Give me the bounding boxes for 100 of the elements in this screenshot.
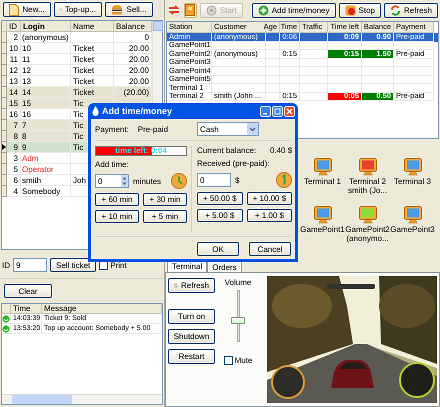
table-cell: 5	[7, 164, 21, 175]
drop-icon	[92, 106, 99, 116]
table-cell: Joh	[73, 176, 86, 184]
add-money-button[interactable]: + 10.00 $	[246, 192, 292, 205]
monitor-icon[interactable]	[358, 205, 378, 225]
topup-button[interactable]: Top-up...	[54, 2, 102, 17]
table-cell: 3	[7, 153, 21, 164]
monitor-icon[interactable]	[358, 157, 378, 177]
add-button[interactable]: Add time/money	[252, 2, 336, 18]
spinner-icon[interactable]	[121, 175, 128, 187]
add-time-button[interactable]: + 5 min	[143, 210, 187, 223]
burger-icon	[111, 4, 124, 15]
refresh-icon	[390, 4, 401, 16]
monitor-icon[interactable]	[402, 157, 422, 177]
table-cell: 4	[7, 186, 21, 197]
station-label: Terminal 3	[394, 177, 431, 186]
swap-button[interactable]	[167, 2, 181, 18]
payment-dropdown[interactable]: Cash	[197, 122, 260, 136]
table-row[interactable]: 11 11 Ticket 20.00	[2, 54, 152, 65]
terminal-button[interactable]: Turn on	[168, 309, 215, 324]
table-cell: Tic	[73, 120, 84, 130]
refresh-button[interactable]: Refresh	[168, 278, 215, 293]
station-label: GamePoint3	[390, 225, 435, 234]
scrollbar[interactable]	[2, 394, 162, 404]
close-button[interactable]	[284, 106, 295, 116]
minutes-label: minutes	[133, 176, 162, 186]
add-money-button[interactable]: + 5.00 $	[197, 209, 243, 222]
table-cell: (anonymous)	[22, 32, 69, 42]
table-cell: Ticket	[73, 66, 94, 74]
column-header: Message	[42, 304, 162, 314]
monitor-icon[interactable]	[402, 205, 422, 225]
column-header: ID	[7, 21, 21, 32]
table-cell: 7	[22, 120, 26, 130]
minimize-button[interactable]	[260, 106, 271, 116]
monitor-icon[interactable]	[312, 205, 332, 225]
id-field[interactable]: 9	[13, 258, 47, 272]
print-label: Print	[110, 260, 127, 270]
panel-button[interactable]	[184, 2, 197, 18]
checkbox[interactable]	[224, 356, 233, 365]
table-cell: 9	[22, 142, 26, 152]
table-cell: 15	[7, 98, 21, 109]
table-cell: 6	[7, 175, 21, 186]
table-cell: 20.00	[128, 54, 149, 64]
ok-button[interactable]: OK	[197, 242, 239, 256]
terminal-button[interactable]: Restart	[168, 349, 215, 364]
add-money-button[interactable]: + 50.00 $	[197, 192, 243, 205]
cancel-button[interactable]: Cancel	[249, 242, 291, 256]
table-cell: Adm	[22, 154, 38, 162]
table-row[interactable]: 14 14 Ticket (20.00)	[2, 87, 152, 98]
table-row[interactable]: 10 10 Ticket 20.00	[2, 43, 152, 54]
add-money-button[interactable]: + 1.00 $	[246, 209, 292, 222]
row-selector[interactable]	[2, 142, 7, 153]
table-cell: Ticket	[73, 54, 94, 64]
station-label: Terminal 1	[304, 177, 341, 186]
maximize-button[interactable]	[272, 106, 283, 116]
row-pointer-icon	[2, 144, 6, 150]
refresh-button[interactable]: Refresh	[384, 2, 438, 18]
balance-label: Current balance:	[197, 146, 256, 155]
table-cell: 20.00	[128, 76, 149, 86]
column-header: Balance	[114, 21, 152, 32]
table-cell: 20.00	[128, 66, 149, 74]
slider-thumb[interactable]	[231, 317, 245, 324]
minutes-field[interactable]: 0	[95, 174, 129, 188]
table-row[interactable]: 12 12 Ticket 20.00	[2, 65, 152, 76]
received-field[interactable]: 0	[197, 173, 231, 187]
table-cell: Ticket	[73, 76, 94, 86]
add-time-button[interactable]: + 30 min	[143, 193, 187, 206]
tab[interactable]: Orders	[207, 261, 242, 272]
table-cell: smith	[22, 176, 42, 184]
terminal-button[interactable]: Shutdown	[168, 329, 215, 344]
dropdown-value: Cash	[200, 124, 219, 134]
sell-ticket-button[interactable]: Sell ticket	[50, 258, 96, 272]
new-button[interactable]: New...	[3, 2, 51, 17]
add-time-button[interactable]: + 60 min	[95, 193, 139, 206]
volume-label: Volume	[224, 278, 252, 287]
column-header: Login	[21, 21, 71, 32]
table-cell: Operator	[22, 164, 54, 174]
plus-icon	[258, 4, 269, 16]
balance-value: 0.40 $	[270, 146, 292, 155]
station-label: GamePoint1	[300, 225, 345, 234]
volume-slider[interactable]	[231, 290, 245, 342]
station-label: Terminal 2	[349, 177, 386, 186]
clear-button[interactable]: Clear	[4, 284, 52, 298]
table-row[interactable]: 2 (anonymous) 0	[2, 32, 152, 43]
customer-label: (anonymo...	[346, 234, 389, 243]
sell-button[interactable]: Sell...	[105, 2, 153, 17]
table-cell: Tic	[73, 142, 84, 152]
stop-button[interactable]: Stop	[338, 2, 381, 18]
disc-icon	[206, 4, 217, 16]
table-cell: 12	[22, 66, 31, 74]
id-label: ID	[2, 260, 10, 270]
table-cell: 0	[144, 32, 149, 42]
add-time-button[interactable]: + 10 min	[95, 210, 139, 223]
table-cell: Tic	[73, 98, 84, 108]
table-cell: 10	[7, 43, 21, 54]
currency-label: $	[235, 176, 240, 184]
table-cell: 9	[7, 142, 21, 153]
table-cell: 14	[22, 88, 31, 96]
received-label: Received (pre-paid):	[197, 159, 270, 168]
monitor-icon[interactable]	[312, 157, 332, 177]
